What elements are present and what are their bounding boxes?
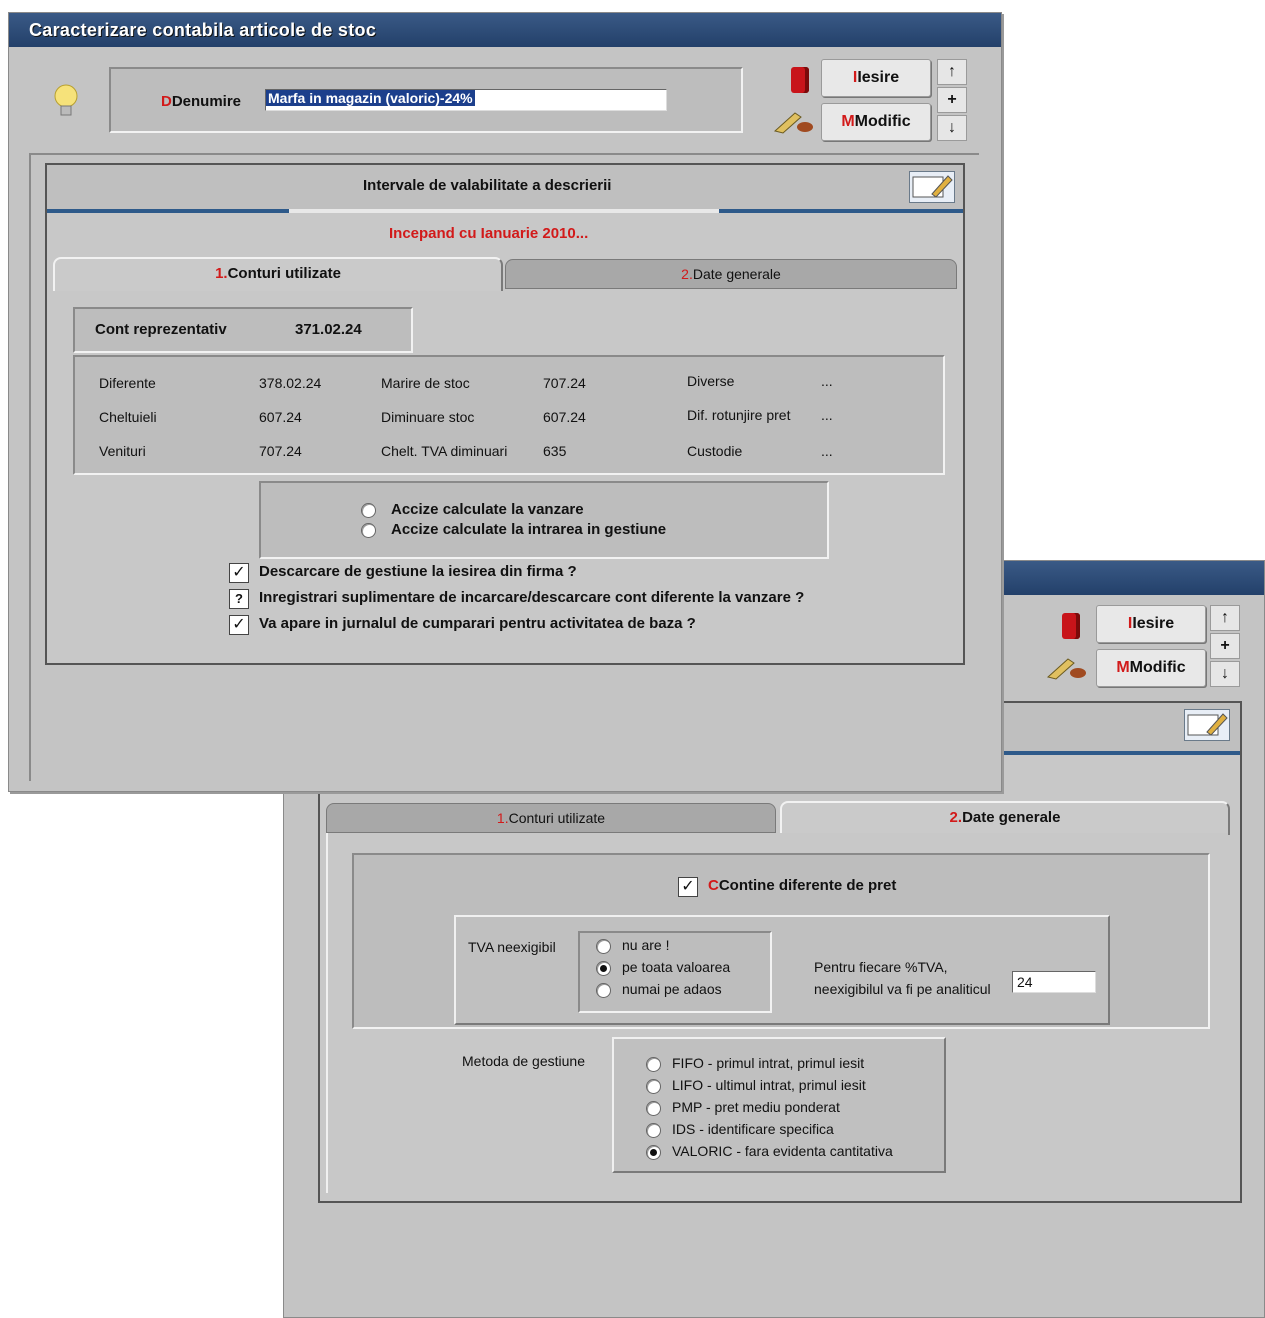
w2-iesire-button[interactable]: IIesire [1096,605,1206,643]
tab-date-generale[interactable]: 2.Date generale [505,259,957,289]
metoda-radio-valoric[interactable] [646,1145,661,1160]
w2-tab-date-generale[interactable]: 2.Date generale [780,801,1230,835]
analitic-tva-input[interactable]: 24 [1012,971,1096,993]
jurnal-cumparari-checkbox[interactable]: ✓ [229,615,249,635]
inregistrari-suplimentare-checkbox[interactable]: ? [229,589,249,609]
window2-titlebar[interactable] [984,561,1264,595]
venituri-label: Venituri [99,443,146,459]
tva-neexigibil-panel [454,915,1110,1025]
diverse-label: Diverse [687,373,735,389]
dif-rotunjire-value[interactable]: ... [821,407,833,423]
jurnal-cumparari-label: Va apare in jurnalul de cumparari pentru… [259,615,696,632]
accize-intrare-radio[interactable] [361,523,376,538]
arrow-up-icon[interactable]: ↑ [937,59,967,85]
plus-icon[interactable]: + [937,87,967,113]
chelt-tva-label: Chelt. TVA diminuari [381,443,508,459]
w2-arrow-down-icon[interactable]: ↓ [1210,661,1240,687]
diferente-value[interactable]: 378.02.24 [259,375,321,391]
accize-intrare-label: Accize calculate la intrarea in gestiune [391,521,667,538]
w2-arrow-up-icon[interactable]: ↑ [1210,605,1240,631]
exit-door-icon [791,67,809,93]
tva-neexigibil-label: TVA neexigibil [468,939,556,955]
accize-vanzare-radio[interactable] [361,503,376,518]
window1-titlebar[interactable]: Caracterizare contabila articole de stoc [9,13,1001,47]
tva-option-pe-toata-valoarea: pe toata valoarea [622,959,731,975]
w2-tab-conturi-utilizate[interactable]: 1.Conturi utilizate [326,803,776,833]
metoda-radio-ids[interactable] [646,1123,661,1138]
marire-stoc-label: Marire de stoc [381,375,470,391]
edit-notepad-icon[interactable] [909,171,955,203]
custodie-value[interactable]: ... [821,443,833,459]
pentru-fiecare-line2: neexigibilul va fi pe analiticul [814,981,991,997]
metoda-option-ids: IDS - identificare specifica [672,1121,834,1137]
metoda-radio-lifo[interactable] [646,1079,661,1094]
accize-panel [259,481,829,559]
denumire-input[interactable]: Marfa in magazin (valoric)-24% [265,89,667,111]
cheltuieli-value[interactable]: 607.24 [259,409,302,425]
pentru-fiecare-line1: Pentru fiecare %TVA, [814,959,948,975]
intervale-frame: Intervale de valabilitate a descrierii I… [45,163,965,665]
tva-radio-nu-are[interactable] [596,939,611,954]
window-caracterizare: Caracterizare contabila articole de stoc… [8,12,1002,792]
denumire-label: DDenumire [161,93,242,110]
inregistrari-suplimentare-label: Inregistrari suplimentare de incarcare/d… [259,589,805,606]
exit-door-icon [1062,613,1080,639]
w2-tab-content: ✓ CContine diferente de pret TVA neexigi… [326,833,1228,1193]
tva-option-numai-pe-adaos: numai pe adaos [622,981,722,997]
marire-stoc-value[interactable]: 707.24 [543,375,586,391]
contine-diferente-label: CContine diferente de pret [708,877,897,894]
interval-scroll-indicator[interactable] [289,209,719,213]
chelt-tva-value[interactable]: 635 [543,443,566,459]
metoda-radio-fifo[interactable] [646,1057,661,1072]
descarcare-gestiune-checkbox[interactable]: ✓ [229,563,249,583]
diminuare-stoc-label: Diminuare stoc [381,409,475,425]
w2-edit-notepad-icon[interactable] [1184,709,1230,741]
pen-icon [1046,653,1090,681]
cont-reprezentativ-label: Cont reprezentativ [95,321,227,338]
custodie-label: Custodie [687,443,743,459]
cheltuieli-label: Cheltuieli [99,409,157,425]
metoda-option-fifo: FIFO - primul intrat, primul iesit [672,1055,865,1071]
cont-reprezentativ-value: 371.02.24 [295,321,362,338]
diferente-label: Diferente [99,375,156,391]
diverse-value[interactable]: ... [821,373,833,389]
tab-conturi-utilizate[interactable]: 1.Conturi utilizate [53,257,503,291]
lightbulb-icon [53,83,79,119]
metoda-option-valoric: VALORIC - fara evidenta cantitativa [672,1143,893,1159]
incepand-label: Incepand cu Ianuarie 2010... [389,225,589,242]
modific-button[interactable]: MModific [821,103,931,141]
metoda-gestiune-label: Metoda de gestiune [462,1053,585,1069]
descarcare-gestiune-label: Descarcare de gestiune la iesirea din fi… [259,563,577,580]
tva-radio-numai-pe-adaos[interactable] [596,983,611,998]
metoda-option-lifo: LIFO - ultimul intrat, primul iesit [672,1077,866,1093]
tva-radio-pe-toata-valoarea[interactable] [596,961,611,976]
intervale-title: Intervale de valabilitate a descrierii [363,177,612,194]
window-title: Caracterizare contabila articole de stoc [29,20,377,40]
metoda-radio-pmp[interactable] [646,1101,661,1116]
accize-vanzare-label: Accize calculate la vanzare [391,501,584,518]
arrow-down-icon[interactable]: ↓ [937,115,967,141]
w2-plus-icon[interactable]: + [1210,633,1240,659]
contine-diferente-checkbox[interactable]: ✓ [678,877,698,897]
w2-modific-button[interactable]: MModific [1096,649,1206,687]
metoda-option-pmp: PMP - pret mediu ponderat [672,1099,840,1115]
tva-option-nu-are: nu are ! [622,937,670,953]
venituri-value[interactable]: 707.24 [259,443,302,459]
diminuare-stoc-value[interactable]: 607.24 [543,409,586,425]
dif-rotunjire-label: Dif. rotunjire pret [687,407,791,423]
iesire-button[interactable]: IIesire [821,59,931,97]
pen-icon [773,107,817,135]
conturi-grid [73,355,945,475]
